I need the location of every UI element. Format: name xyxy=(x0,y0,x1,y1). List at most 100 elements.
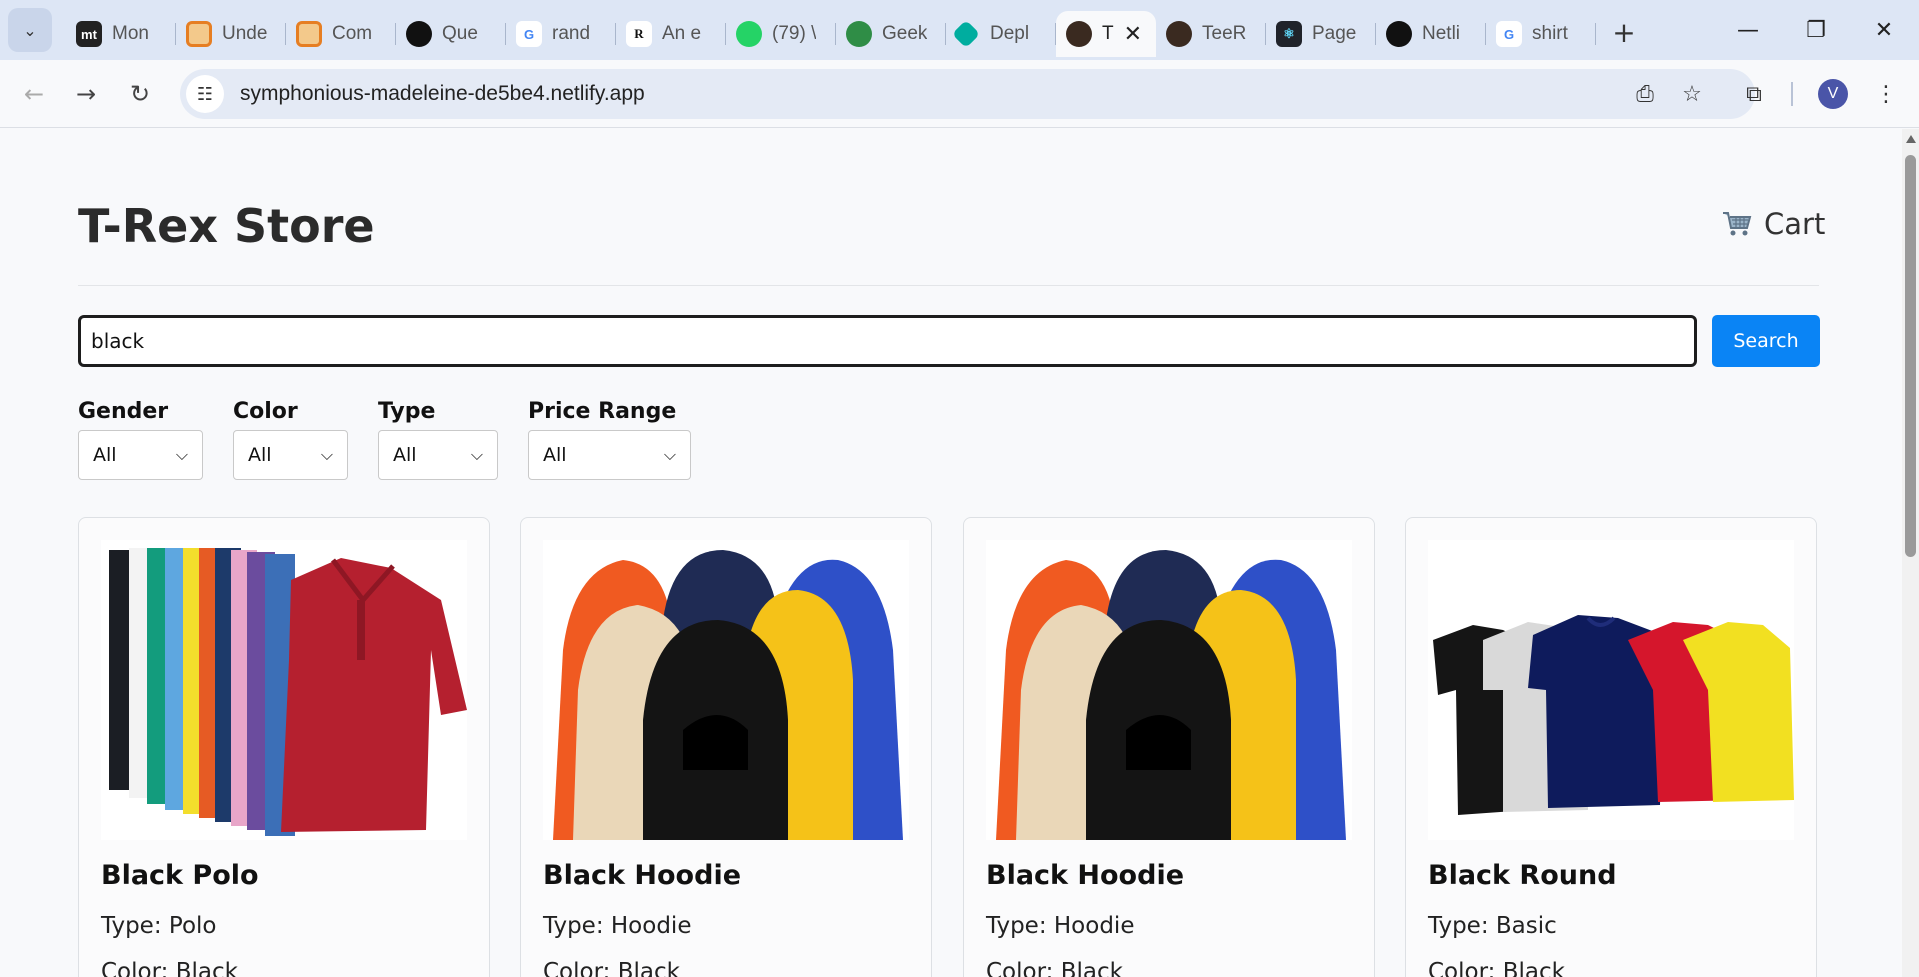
browser-tab[interactable]: Unde xyxy=(176,11,286,57)
browser-tab[interactable]: Netli xyxy=(1376,11,1486,57)
browser-tab[interactable]: Gshirt xyxy=(1486,11,1596,57)
product-color: Color: Black xyxy=(986,959,1123,977)
install-icon: ⎙ xyxy=(1636,81,1654,107)
arrow-right-icon: → xyxy=(75,80,97,108)
install-app-button[interactable]: ⎙ xyxy=(1629,78,1661,110)
bookmark-button[interactable]: ☆ xyxy=(1676,78,1708,110)
browser-tab[interactable]: Geek xyxy=(836,11,946,57)
search-input[interactable] xyxy=(78,315,1697,367)
tab-label: Mon xyxy=(112,23,149,44)
profile-button[interactable]: V xyxy=(1813,74,1853,114)
toolbar-divider xyxy=(1791,82,1793,106)
product-type: Type: Hoodie xyxy=(986,913,1135,939)
filter-price-range: Price Range All ⌵ xyxy=(528,399,691,480)
tab-label: T xyxy=(1102,23,1114,44)
reload-button[interactable]: ↻ xyxy=(120,74,160,114)
openai-icon xyxy=(406,21,432,47)
tab-favicon-icon: mt xyxy=(76,21,102,47)
tab-label: Geek xyxy=(882,23,928,44)
tab-label: rand xyxy=(552,23,591,44)
product-type: Type: Basic xyxy=(1428,913,1557,939)
reload-icon: ↻ xyxy=(129,80,151,108)
minimize-button[interactable]: — xyxy=(1714,0,1782,60)
cart-link[interactable]: Cart xyxy=(1722,207,1825,241)
product-name: Black Hoodie xyxy=(543,860,742,891)
tab-label: (79) \ xyxy=(772,23,817,44)
product-card[interactable]: Black Round Type: Basic Color: Black xyxy=(1405,517,1817,977)
gender-select[interactable]: All ⌵ xyxy=(78,430,203,480)
browser-tab[interactable]: mt Mon xyxy=(66,11,176,57)
filter-label: Price Range xyxy=(528,399,677,424)
google-icon: G xyxy=(516,21,542,47)
close-icon: ✕ xyxy=(1874,17,1894,43)
tab-label: Page xyxy=(1312,23,1357,44)
browser-tab[interactable]: R An e xyxy=(616,11,726,57)
product-card[interactable]: Black Hoodie Type: Hoodie Color: Black xyxy=(963,517,1375,977)
browser-tab[interactable]: Que xyxy=(396,11,506,57)
search-button[interactable]: Search xyxy=(1712,315,1820,367)
browser-tab[interactable]: Depl xyxy=(946,11,1056,57)
url-text[interactable]: symphonious-madeleine-de5be4.netlify.app xyxy=(240,82,645,106)
cart-icon xyxy=(1723,212,1752,236)
color-select[interactable]: All ⌵ xyxy=(233,430,348,480)
close-window-button[interactable]: ✕ xyxy=(1850,0,1918,60)
store-title: T-Rex Store xyxy=(78,199,375,253)
product-name: Black Polo xyxy=(101,860,259,891)
type-select[interactable]: All ⌵ xyxy=(378,430,498,480)
arrow-left-icon: ← xyxy=(23,80,45,108)
browser-tab[interactable]: (79) \ xyxy=(726,11,836,57)
tune-icon: ☷ xyxy=(196,83,214,105)
product-type: Type: Polo xyxy=(101,913,217,939)
scroll-up-arrow-icon[interactable] xyxy=(1906,135,1916,143)
chevron-down-icon: ⌵ xyxy=(470,445,483,464)
tab-label: TeeR xyxy=(1202,23,1247,44)
close-tab-icon[interactable]: ✕ xyxy=(1124,21,1142,47)
product-card[interactable]: Black Polo Type: Polo Color: Black xyxy=(78,517,490,977)
browser-tab[interactable]: Grand xyxy=(506,11,616,57)
cart-label: Cart xyxy=(1764,207,1826,241)
page-content: T-Rex Store Cart Search Gender All ⌵ Colo… xyxy=(0,129,1902,977)
tab-label: shirt xyxy=(1532,23,1568,44)
forward-button[interactable]: → xyxy=(66,74,106,114)
browser-tab-active[interactable]: T ✕ xyxy=(1056,11,1156,57)
browser-menu-button[interactable]: ⋮ xyxy=(1866,74,1906,114)
chevron-down-icon: ⌵ xyxy=(320,445,333,464)
tab-label: Com xyxy=(332,23,373,44)
back-button[interactable]: ← xyxy=(14,74,54,114)
select-value: All xyxy=(248,444,272,466)
polo-shirts-image xyxy=(101,540,467,840)
tab-favicon-icon xyxy=(296,21,322,47)
product-name: Black Round xyxy=(1428,860,1617,891)
restore-icon: ❐ xyxy=(1806,17,1826,43)
select-value: All xyxy=(93,444,117,466)
filter-type: Type All ⌵ xyxy=(378,399,498,480)
star-icon: ☆ xyxy=(1682,81,1702,107)
new-tab-button[interactable]: + xyxy=(1604,12,1644,52)
browser-tab-strip: ⌄ mt Mon Unde Com Que Grand R An e (79) \ … xyxy=(0,0,1919,60)
product-color: Color: Black xyxy=(1428,959,1565,977)
tab-search-button[interactable]: ⌄ xyxy=(8,8,52,52)
google-icon: G xyxy=(1496,21,1522,47)
minimize-icon: — xyxy=(1737,17,1759,43)
browser-tab[interactable]: ⚛ Page xyxy=(1266,11,1376,57)
product-type: Type: Hoodie xyxy=(543,913,692,939)
browser-tab[interactable]: Com xyxy=(286,11,396,57)
tab-favicon-icon xyxy=(186,21,212,47)
filter-color: Color All ⌵ xyxy=(233,399,348,480)
browser-toolbar: ← → ↻ ☷ symphonious-madeleine-de5be4.net… xyxy=(0,60,1919,128)
filter-label: Gender xyxy=(78,399,169,424)
browser-tab[interactable]: TeeR xyxy=(1156,11,1266,57)
product-color: Color: Black xyxy=(101,959,238,977)
extensions-button[interactable]: ⧉ xyxy=(1734,74,1774,114)
page-scrollbar[interactable] xyxy=(1902,129,1919,977)
site-info-button[interactable]: ☷ xyxy=(186,75,224,113)
product-card[interactable]: Black Hoodie Type: Hoodie Color: Black xyxy=(520,517,932,977)
price-range-select[interactable]: All ⌵ xyxy=(528,430,691,480)
scrollbar-thumb[interactable] xyxy=(1905,155,1916,557)
more-vertical-icon: ⋮ xyxy=(1875,81,1897,107)
restore-button[interactable]: ❐ xyxy=(1782,0,1850,60)
tab-label: Netli xyxy=(1422,23,1461,44)
tab-favicon-icon xyxy=(1166,21,1192,47)
hoodies-image xyxy=(543,540,909,840)
address-bar[interactable]: ☷ symphonious-madeleine-de5be4.netlify.a… xyxy=(180,69,1755,119)
